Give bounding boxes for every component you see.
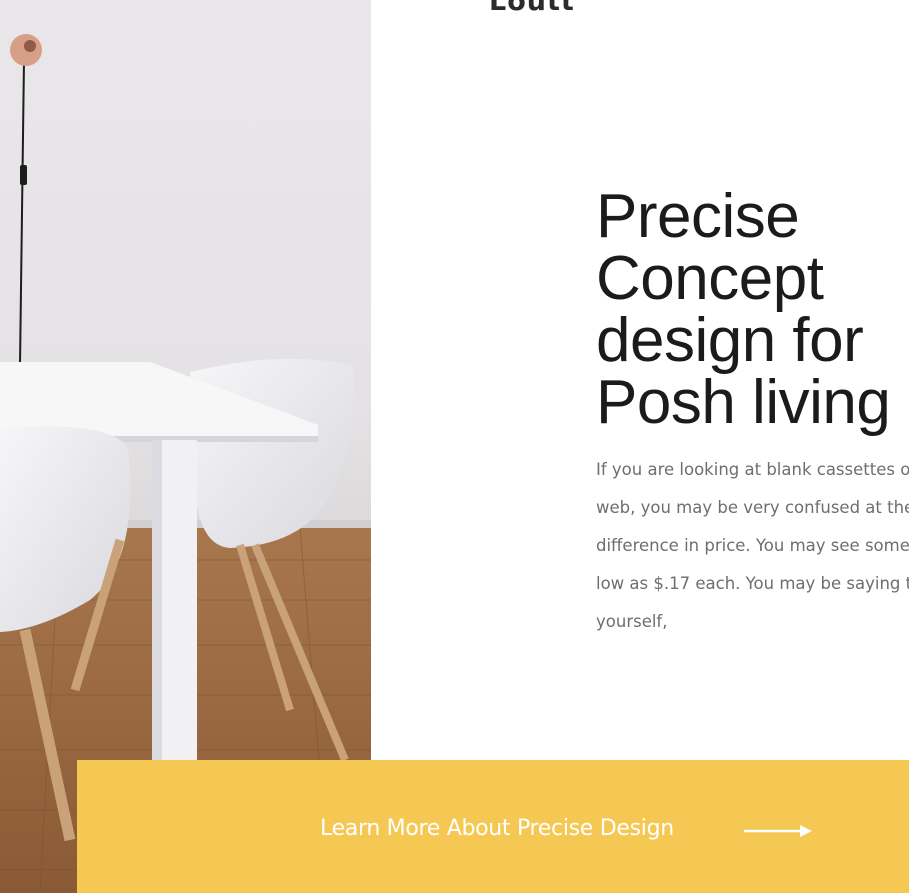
- hero-title-line: design for: [596, 306, 864, 375]
- hero-description-line: If you are looking at blank cassettes on…: [596, 460, 909, 479]
- hero-title-line: Precise: [596, 182, 800, 251]
- hero-title-line: Concept: [596, 244, 824, 313]
- hero-description-line: low as $.17 each. You may be saying to: [596, 574, 909, 593]
- hero-description-line: yourself,: [596, 612, 668, 631]
- learn-more-button[interactable]: Learn More About Precise Design: [77, 760, 909, 893]
- learn-more-label: Learn More About Precise Design: [320, 816, 674, 841]
- hero-title-line: Posh living: [596, 368, 891, 437]
- hero-description-line: web, you may be very confused at the: [596, 498, 909, 517]
- hero-title: Precise Concept design for Posh living: [596, 186, 909, 434]
- hero-description-line: difference in price. You may see some fo…: [596, 536, 909, 555]
- hero-description: If you are looking at blank cassettes on…: [596, 451, 909, 641]
- brand-logo[interactable]: Loutt: [489, 0, 575, 17]
- arrow-right-icon: [744, 825, 812, 837]
